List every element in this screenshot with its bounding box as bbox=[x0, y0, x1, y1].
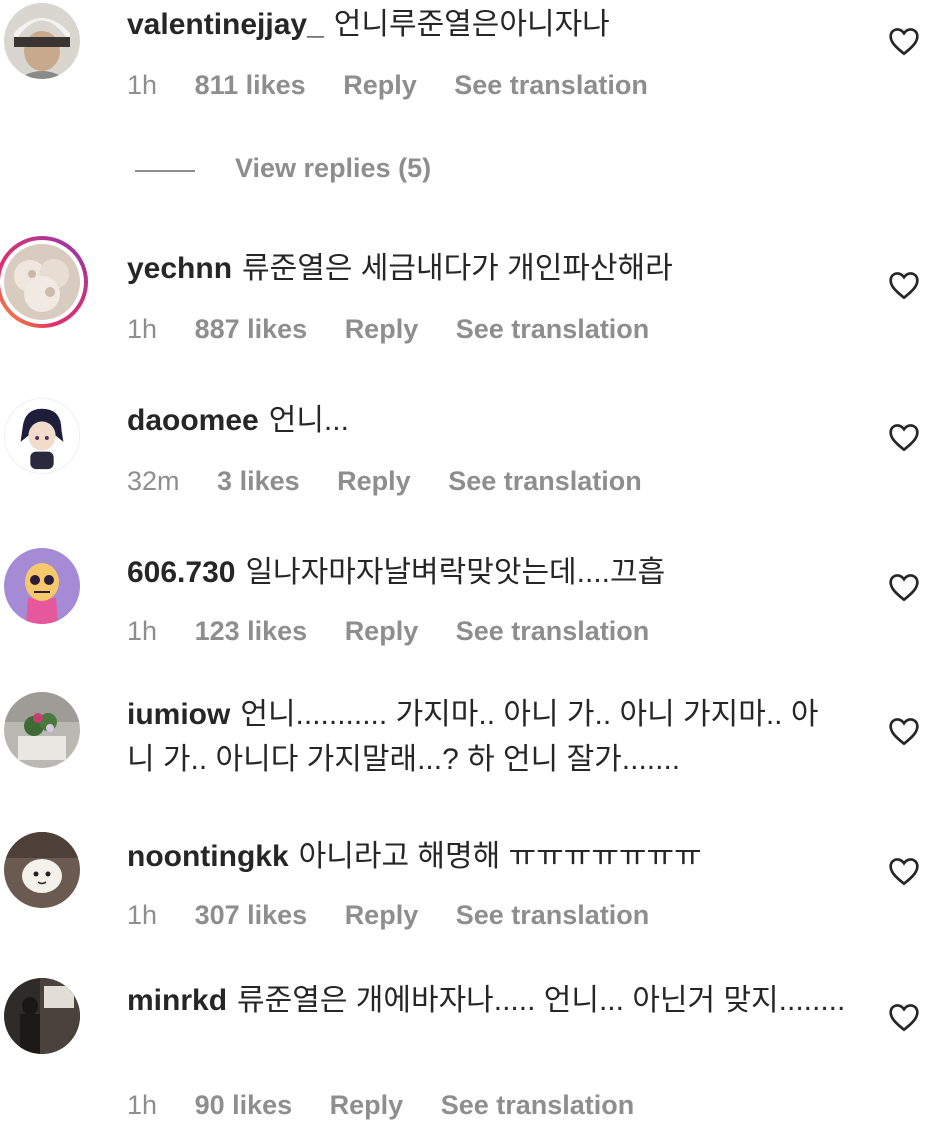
heart-icon[interactable] bbox=[888, 26, 920, 56]
reply-button[interactable]: Reply bbox=[337, 466, 411, 496]
comment-username[interactable]: 606.730 bbox=[127, 556, 235, 589]
see-translation-button[interactable]: See translation bbox=[456, 900, 650, 930]
comment-text: 606.730 일나자마자날벼락맞앗는데....끄흡 bbox=[127, 550, 847, 595]
comment-body: 언니........... 가지마.. 아니 가.. 아니 가지마.. 아니 가… bbox=[127, 698, 819, 776]
avatar-photo-icon bbox=[4, 3, 80, 79]
avatar[interactable] bbox=[0, 236, 88, 328]
avatar-cartoon-icon bbox=[4, 548, 80, 624]
see-translation-button[interactable]: See translation bbox=[448, 466, 642, 496]
reply-button[interactable]: Reply bbox=[345, 616, 419, 646]
see-translation-button[interactable]: See translation bbox=[456, 314, 650, 344]
avatar[interactable] bbox=[4, 832, 80, 908]
avatar-character-icon bbox=[4, 832, 80, 908]
heart-icon[interactable] bbox=[888, 270, 920, 300]
heart-icon[interactable] bbox=[888, 1002, 920, 1032]
comment-body: 류준열은 개에바자나..... 언니... 아닌거 맞지........ bbox=[237, 984, 846, 1017]
comment-username[interactable]: yechnn bbox=[127, 252, 232, 285]
comment-meta: 1h 90 likes Reply See translation bbox=[127, 1090, 664, 1121]
heart-icon[interactable] bbox=[888, 716, 920, 746]
comment-likes[interactable]: 3 likes bbox=[217, 466, 300, 496]
avatar[interactable] bbox=[4, 978, 80, 1054]
avatar[interactable] bbox=[4, 692, 80, 768]
comment-text: yechnn 류준열은 세금내다가 개인파산해라 bbox=[127, 246, 847, 291]
avatar[interactable] bbox=[4, 3, 80, 79]
comment-time: 32m bbox=[127, 466, 180, 496]
comment-time: 1h bbox=[127, 900, 158, 930]
comment-likes[interactable]: 887 likes bbox=[195, 314, 308, 344]
comment-meta: 32m 3 likes Reply See translation bbox=[127, 466, 672, 497]
comment-text: noontingkk 아니라고 해명해 ㅠㅠㅠㅠㅠㅠㅠ bbox=[127, 834, 847, 879]
reply-button[interactable]: Reply bbox=[345, 900, 419, 930]
comment-meta: 1h 307 likes Reply See translation bbox=[127, 900, 679, 931]
replies-divider bbox=[135, 170, 195, 172]
comment-meta: 1h 123 likes Reply See translation bbox=[127, 616, 679, 647]
comment-time: 1h bbox=[127, 1090, 158, 1120]
comment-likes[interactable]: 123 likes bbox=[195, 616, 308, 646]
comment-likes[interactable]: 811 likes bbox=[195, 70, 306, 100]
comment-meta: 1h 887 likes Reply See translation bbox=[127, 314, 679, 345]
see-translation-button[interactable]: See translation bbox=[454, 70, 648, 100]
comment-likes[interactable]: 307 likes bbox=[195, 900, 308, 930]
heart-icon[interactable] bbox=[888, 422, 920, 452]
avatar[interactable] bbox=[4, 548, 80, 624]
comment-body: 아니라고 해명해 ㅠㅠㅠㅠㅠㅠㅠ bbox=[298, 840, 702, 873]
comment-time: 1h bbox=[127, 616, 158, 646]
comment-text: minrkd 류준열은 개에바자나..... 언니... 아닌거 맞지......… bbox=[127, 978, 847, 1023]
comment-body: 언니루준열은아니자나 bbox=[333, 8, 610, 41]
avatar-cafe-icon bbox=[4, 978, 80, 1054]
comment-username[interactable]: daoomee bbox=[127, 404, 259, 437]
view-replies-label[interactable]: View replies (5) bbox=[235, 153, 431, 184]
see-translation-button[interactable]: See translation bbox=[456, 616, 650, 646]
comment-text: daoomee 언니... bbox=[127, 398, 847, 443]
comment-meta: 1h 811 likes Reply See translation bbox=[127, 70, 678, 101]
comment-time: 1h bbox=[127, 70, 158, 100]
reply-button[interactable]: Reply bbox=[330, 1090, 404, 1120]
reply-button[interactable]: Reply bbox=[345, 314, 419, 344]
comment-text: valentinejjay_ 언니루준열은아니자나 bbox=[127, 2, 847, 47]
reply-button[interactable]: Reply bbox=[343, 70, 417, 100]
comment-likes[interactable]: 90 likes bbox=[195, 1090, 293, 1120]
avatar-photo-icon bbox=[4, 244, 80, 320]
comment-body: 류준열은 세금내다가 개인파산해라 bbox=[242, 252, 673, 285]
comment-body: 일나자마자날벼락맞앗는데....끄흡 bbox=[245, 556, 666, 589]
comment-body: 언니... bbox=[268, 404, 349, 437]
heart-icon[interactable] bbox=[888, 572, 920, 602]
avatar-flowers-icon bbox=[4, 692, 80, 768]
comment-time: 1h bbox=[127, 314, 158, 344]
comment-username[interactable]: minrkd bbox=[127, 984, 227, 1017]
comment-username[interactable]: valentinejjay_ bbox=[127, 8, 324, 41]
see-translation-button[interactable]: See translation bbox=[441, 1090, 635, 1120]
heart-icon[interactable] bbox=[888, 856, 920, 886]
avatar-anime-icon bbox=[5, 399, 79, 473]
avatar[interactable] bbox=[4, 398, 80, 474]
comment-text: iumiow 언니........... 가지마.. 아니 가.. 아니 가지마.… bbox=[127, 692, 827, 782]
comment-username[interactable]: iumiow bbox=[127, 698, 230, 731]
comment-username[interactable]: noontingkk bbox=[127, 840, 289, 873]
